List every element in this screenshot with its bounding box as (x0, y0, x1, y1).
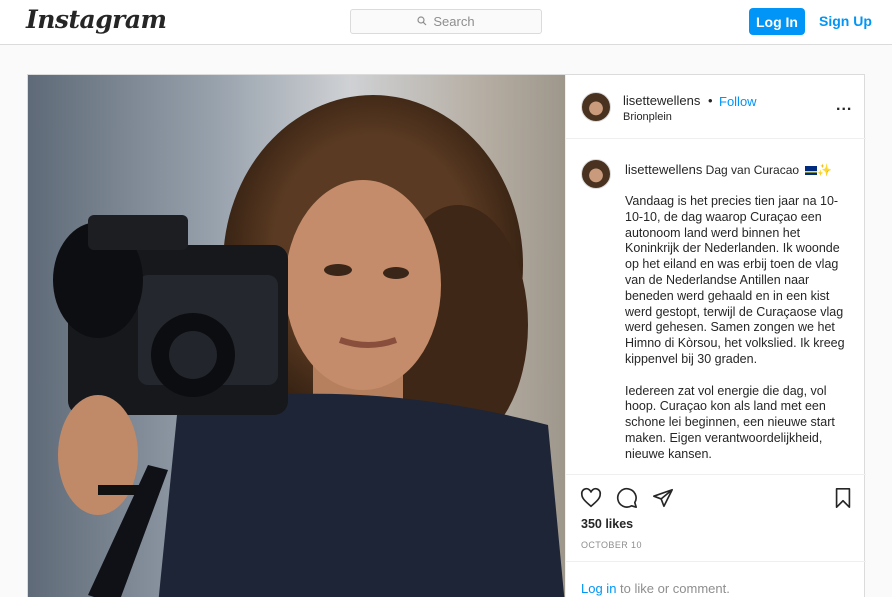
post-location[interactable]: Brionplein (623, 111, 672, 123)
instagram-logo[interactable]: Instagram (26, 5, 167, 34)
caption-avatar[interactable] (581, 159, 611, 189)
caption-header: lisettewellens Dag van Curacao ✨ (625, 162, 850, 177)
search-placeholder: Search (433, 14, 475, 29)
search-icon (417, 14, 427, 29)
login-to-comment: Log in to like or comment. (566, 561, 866, 597)
curacao-flag-icon (805, 166, 818, 176)
avatar[interactable] (581, 92, 611, 122)
follow-button[interactable]: Follow (719, 94, 757, 109)
signup-link[interactable]: Sign Up (819, 13, 872, 29)
post-date[interactable]: OCTOBER 10 (581, 540, 642, 550)
search-input[interactable]: Search (350, 9, 542, 34)
caption-section: lisettewellens Dag van Curacao ✨ Vandaag… (566, 139, 866, 475)
login-link[interactable]: Log in (581, 581, 616, 596)
caption-text: Vandaag is het precies tien jaar na 10-1… (625, 194, 845, 461)
post-photo[interactable] (28, 75, 565, 597)
caption-username[interactable]: lisettewellens (625, 162, 702, 177)
post-header: lisettewellens • Follow Brionplein ... (566, 75, 866, 139)
share-icon[interactable] (652, 487, 674, 509)
post-username[interactable]: lisettewellens (623, 93, 700, 108)
more-options-icon[interactable]: ... (836, 97, 852, 115)
post-actions: 350 likes OCTOBER 10 Log in to like or c… (566, 475, 866, 597)
like-count[interactable]: 350 likes (581, 517, 633, 531)
login-button[interactable]: Log In (749, 8, 805, 35)
heart-icon[interactable] (580, 487, 602, 509)
bookmark-icon[interactable] (832, 487, 854, 509)
sparkles-icon: ✨ (817, 163, 833, 177)
top-navbar: Instagram Search Log In Sign Up (0, 0, 892, 45)
post-card: lisettewellens • Follow Brionplein ... l… (27, 74, 866, 597)
photo-illustration (28, 75, 565, 597)
caption-title: Dag van Curacao (705, 163, 800, 177)
comment-icon[interactable] (616, 487, 638, 509)
separator-dot: • (708, 93, 713, 108)
login-suffix: to like or comment. (616, 581, 730, 596)
post-sidebar: lisettewellens • Follow Brionplein ... l… (565, 75, 866, 597)
